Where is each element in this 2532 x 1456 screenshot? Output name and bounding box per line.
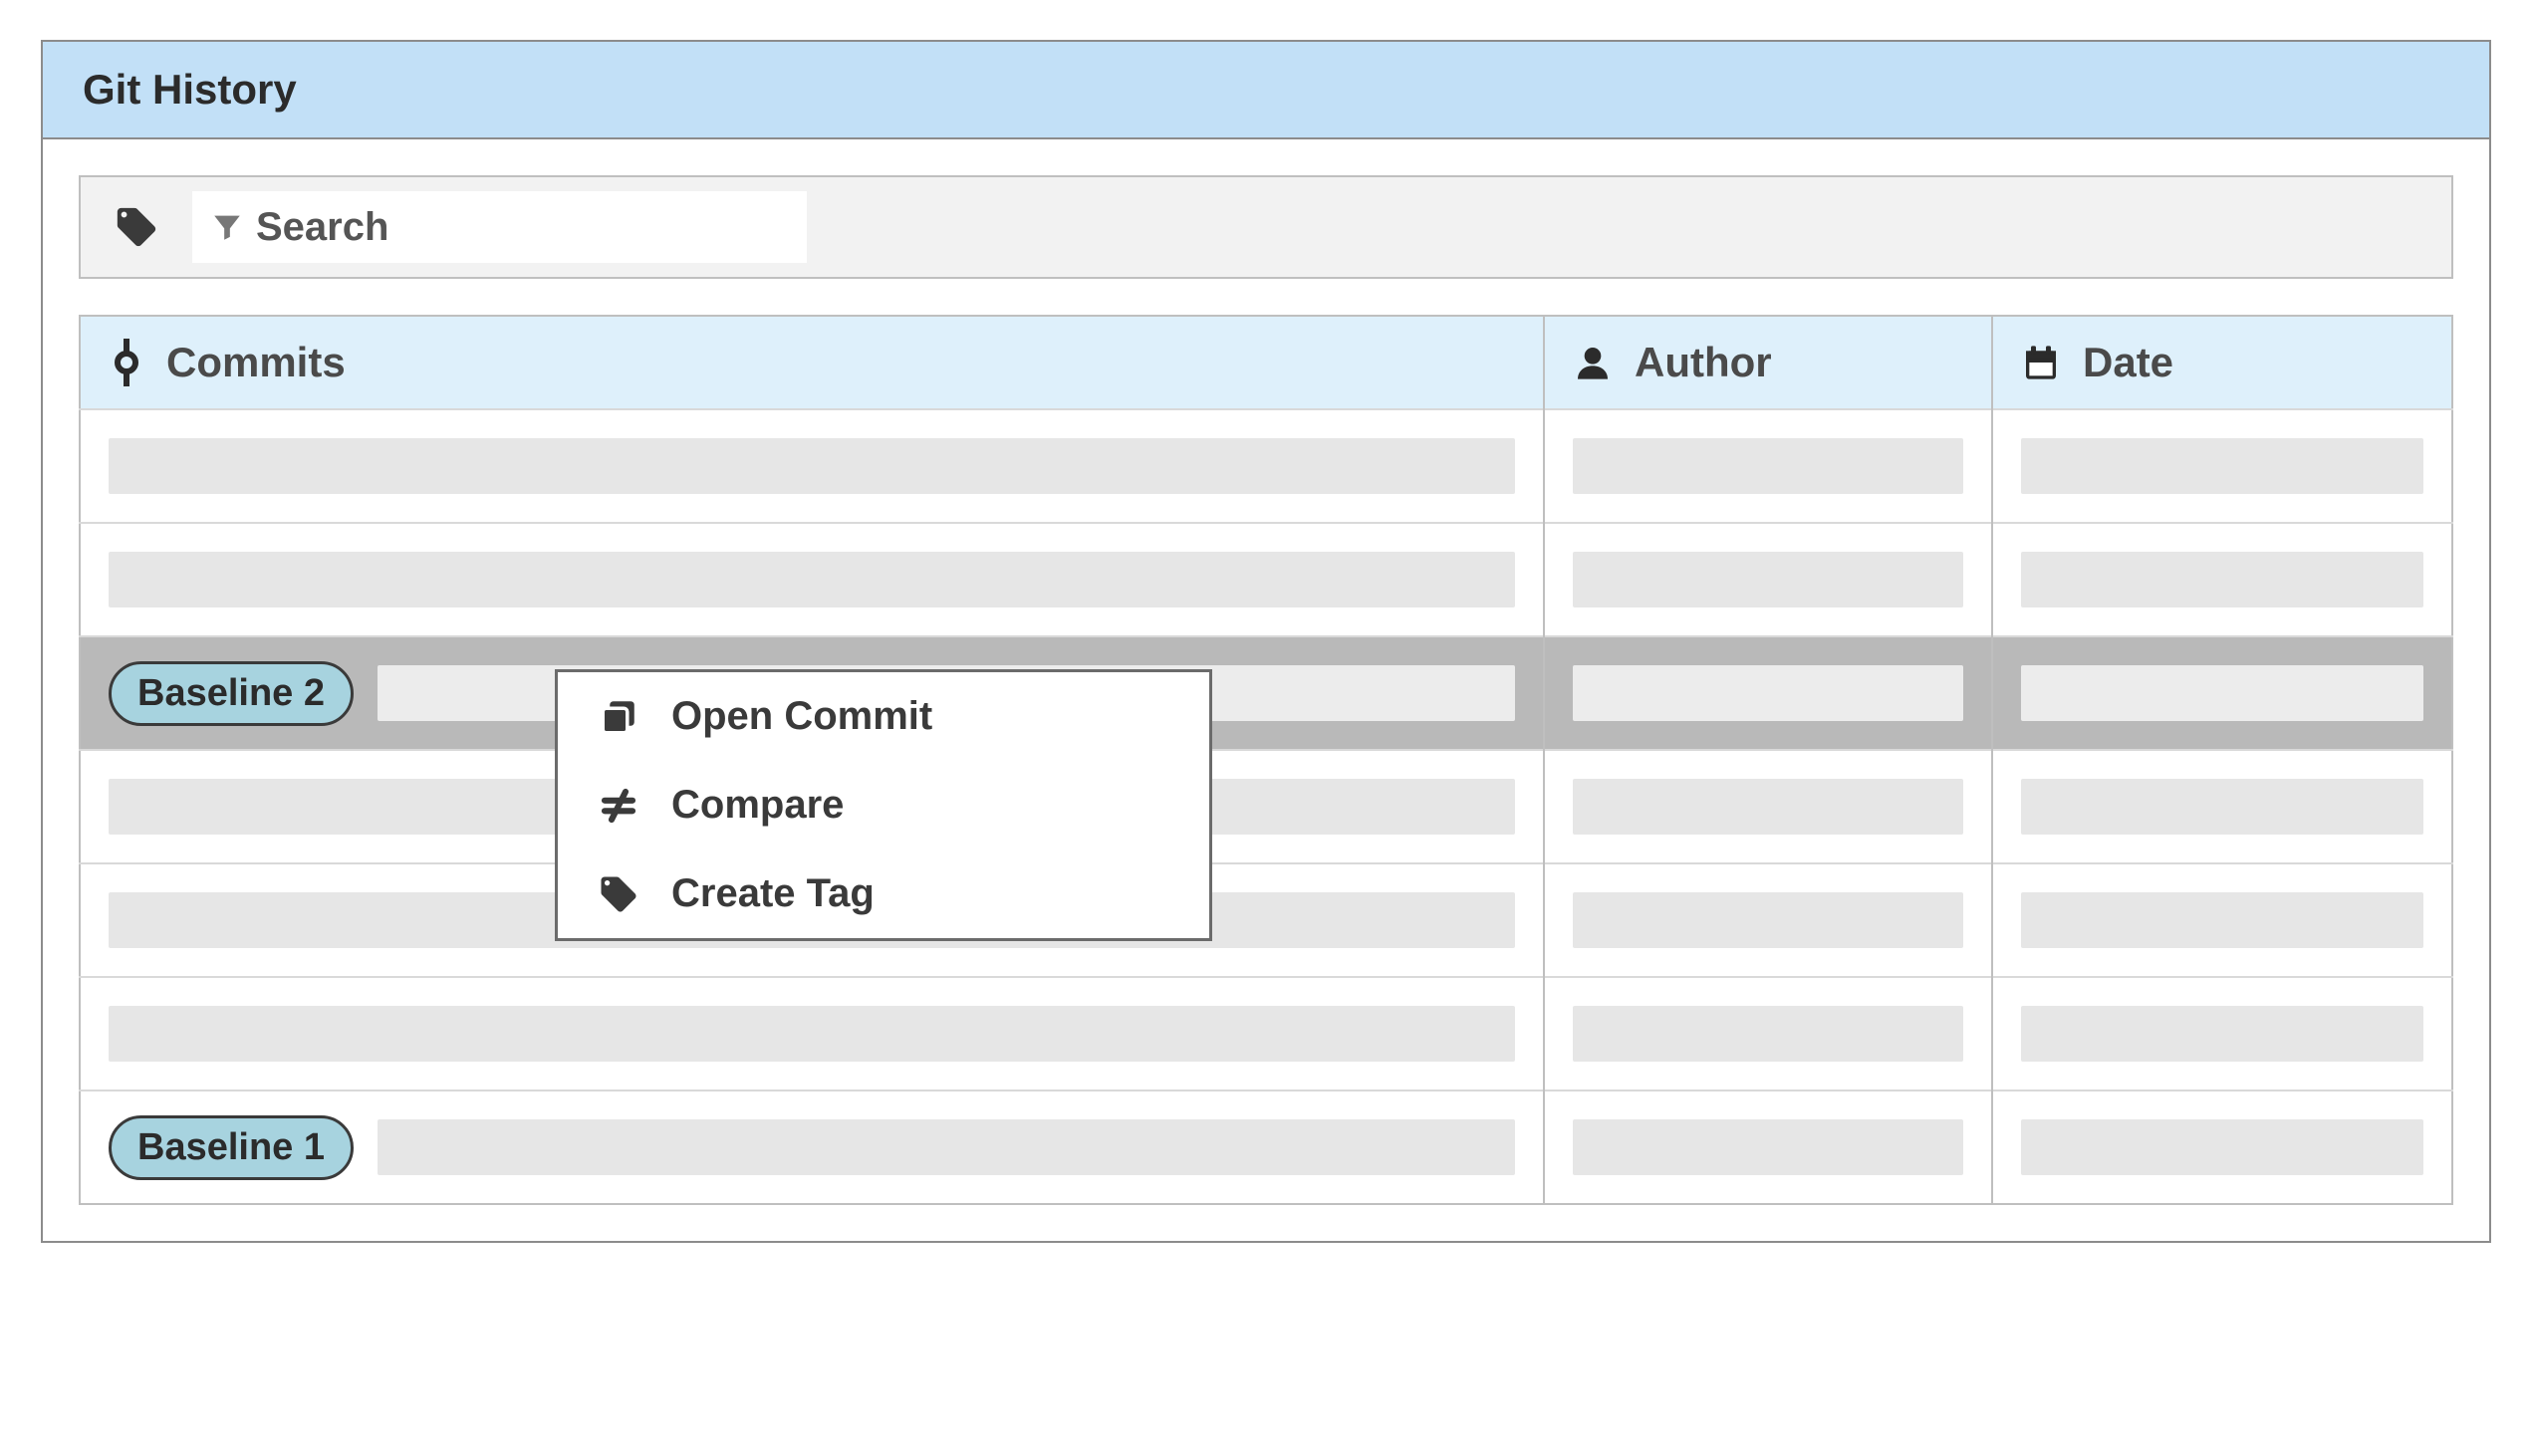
search-input[interactable] xyxy=(256,205,789,250)
window-title: Git History xyxy=(83,66,2449,114)
user-icon xyxy=(1573,343,1613,382)
tag-icon xyxy=(114,204,159,250)
commit-message-placeholder xyxy=(109,438,1515,494)
baseline-tag[interactable]: Baseline 1 xyxy=(109,1115,354,1180)
window-title-bar: Git History xyxy=(43,42,2489,139)
commit-message-placeholder xyxy=(109,552,1515,607)
date-placeholder xyxy=(2021,779,2423,835)
date-placeholder xyxy=(2021,665,2423,721)
column-header-author[interactable]: Author xyxy=(1544,316,1992,409)
context-menu-compare-label: Compare xyxy=(671,783,844,828)
commits-table: Commits Author xyxy=(79,315,2453,1205)
column-header-commits[interactable]: Commits xyxy=(80,316,1544,409)
author-placeholder xyxy=(1573,892,1963,948)
table-row[interactable] xyxy=(80,523,2452,636)
window-restore-icon xyxy=(598,696,639,738)
table-row[interactable] xyxy=(80,409,2452,523)
search-box[interactable] xyxy=(192,191,807,263)
date-placeholder xyxy=(2021,438,2423,494)
tag-icon xyxy=(598,873,639,915)
context-menu-open-commit[interactable]: Open Commit xyxy=(558,672,1209,761)
table-body: Baseline 2 xyxy=(80,409,2452,1204)
column-header-date-label: Date xyxy=(2083,339,2173,386)
calendar-icon xyxy=(2021,343,2061,382)
table-row[interactable] xyxy=(80,863,2452,977)
column-header-commits-label: Commits xyxy=(166,339,346,386)
column-header-date[interactable]: Date xyxy=(1992,316,2452,409)
date-placeholder xyxy=(2021,1119,2423,1175)
table-row[interactable]: Baseline 1 xyxy=(80,1091,2452,1204)
git-history-window: Git History xyxy=(41,40,2491,1243)
table-row[interactable] xyxy=(80,750,2452,863)
context-menu-create-tag[interactable]: Create Tag xyxy=(558,849,1209,938)
context-menu: Open Commit Compare Create Tag xyxy=(555,669,1212,941)
toolbar xyxy=(79,175,2453,279)
author-placeholder xyxy=(1573,779,1963,835)
commit-message-placeholder xyxy=(378,1119,1515,1175)
table-row[interactable] xyxy=(80,977,2452,1091)
tag-filter-button[interactable] xyxy=(105,195,168,259)
date-placeholder xyxy=(2021,552,2423,607)
table-header-row: Commits Author xyxy=(80,316,2452,409)
date-placeholder xyxy=(2021,1006,2423,1062)
author-placeholder xyxy=(1573,552,1963,607)
author-placeholder xyxy=(1573,1006,1963,1062)
date-placeholder xyxy=(2021,892,2423,948)
commit-icon xyxy=(109,339,144,386)
column-header-author-label: Author xyxy=(1635,339,1772,386)
context-menu-create-tag-label: Create Tag xyxy=(671,871,875,916)
window-body: Commits Author xyxy=(43,139,2489,1241)
baseline-tag[interactable]: Baseline 2 xyxy=(109,661,354,726)
not-equal-icon xyxy=(598,785,639,827)
table-row-selected[interactable]: Baseline 2 xyxy=(80,636,2452,750)
author-placeholder xyxy=(1573,1119,1963,1175)
filter-icon xyxy=(210,210,244,244)
author-placeholder xyxy=(1573,665,1963,721)
context-menu-compare[interactable]: Compare xyxy=(558,761,1209,849)
context-menu-open-commit-label: Open Commit xyxy=(671,694,932,739)
commit-message-placeholder xyxy=(109,1006,1515,1062)
author-placeholder xyxy=(1573,438,1963,494)
